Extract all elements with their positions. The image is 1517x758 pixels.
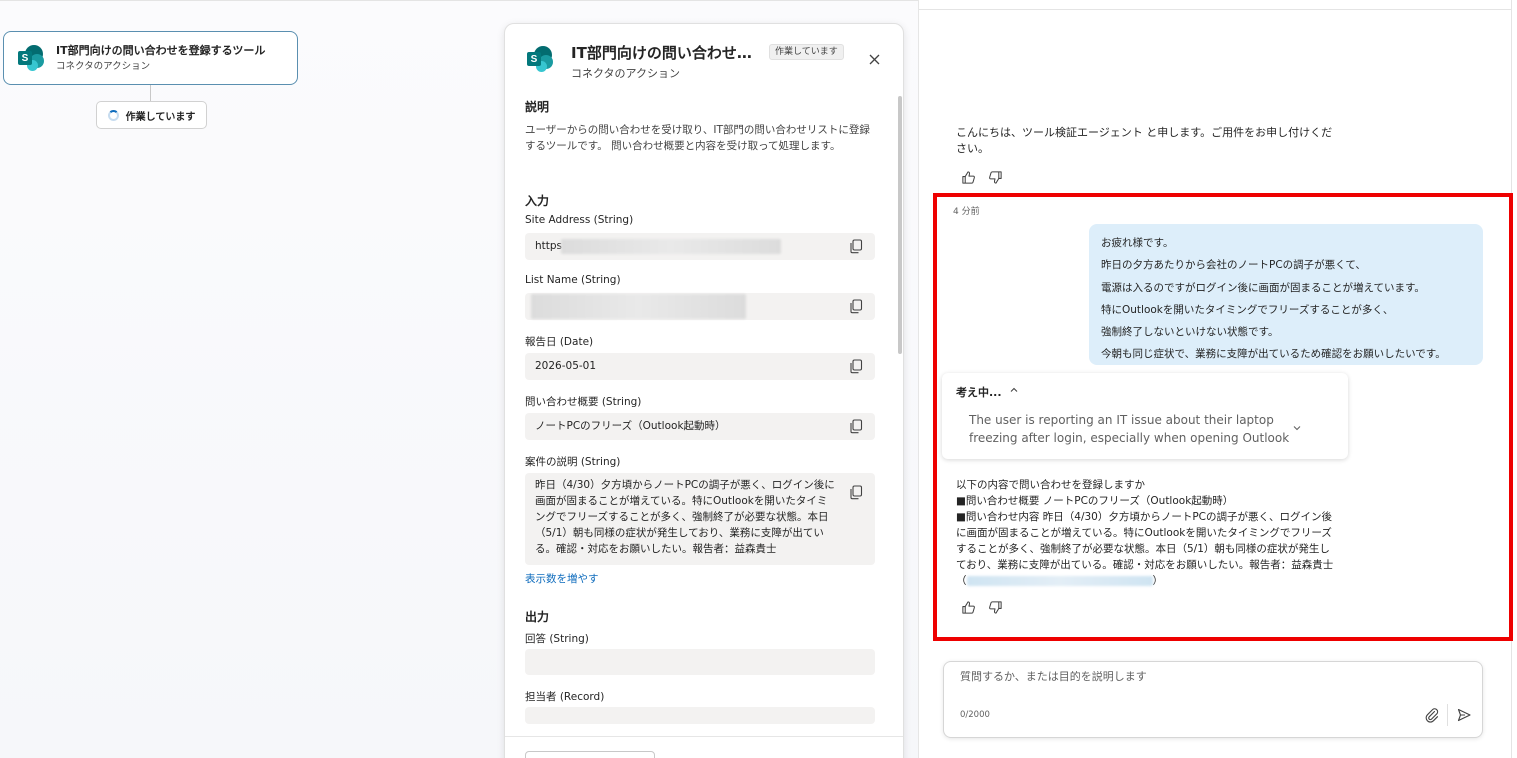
test-chat-pane: こんにちは、ツール検証エージェント と申します。ご用件をお申し付けください。 4… bbox=[918, 0, 1517, 758]
thinking-heading: 考え中... bbox=[956, 386, 1002, 399]
reply-line: ■問い合わせ概要 ノートPCのフリーズ（Outlook起動時） bbox=[956, 495, 1234, 507]
chevron-down-icon[interactable] bbox=[1292, 423, 1302, 433]
close-button[interactable] bbox=[865, 50, 883, 68]
attach-icon[interactable] bbox=[1424, 707, 1440, 723]
divider bbox=[1447, 704, 1448, 726]
copy-icon[interactable] bbox=[849, 359, 863, 374]
site-address-field: https: bbox=[525, 233, 875, 260]
status-label: 作業しています bbox=[125, 111, 196, 123]
user-message-line: 昨日の夕方あたりから会社のノートPCの調子が悪くて、 bbox=[1101, 259, 1366, 272]
thumbs-up-icon[interactable] bbox=[961, 170, 976, 185]
character-counter: 0/2000 bbox=[960, 710, 990, 720]
divider bbox=[919, 9, 1511, 10]
thumbs-down-icon[interactable] bbox=[988, 170, 1003, 185]
user-message-line: お疲れ様です。 bbox=[1101, 237, 1174, 249]
copy-icon[interactable] bbox=[849, 239, 863, 254]
description-heading: 説明 bbox=[525, 100, 550, 114]
redacted-email bbox=[966, 576, 1153, 586]
user-message-line: 特にOutlookを開いたタイミングでフリーズすることが多く、 bbox=[1101, 303, 1394, 316]
action-details-panel: S IT部門向けの問い合わせ… 作業しています コネクタのアクション 説明 ユー… bbox=[504, 23, 904, 758]
output-heading: 出力 bbox=[525, 610, 550, 624]
site-address-label: Site Address (String) bbox=[525, 214, 634, 226]
show-more-link[interactable]: 表示数を増やす bbox=[525, 571, 599, 586]
summary-label: 問い合わせ概要 (String) bbox=[525, 396, 642, 408]
assignee-field bbox=[525, 707, 875, 724]
summary-field: ノートPCのフリーズ（Outlook起動時） bbox=[525, 413, 875, 440]
report-date-label: 報告日 (Date) bbox=[525, 336, 594, 348]
panel-footer bbox=[505, 736, 903, 758]
panel-scrollbar[interactable] bbox=[898, 96, 902, 354]
action-node[interactable]: S IT部門向けの問い合わせを登録するツール コネクタのアクション bbox=[3, 31, 298, 85]
panel-header: S IT部門向けの問い合わせ… 作業しています コネクタのアクション bbox=[525, 42, 885, 82]
thinking-card[interactable]: 考え中... The user is reporting an IT issue… bbox=[942, 373, 1348, 459]
thinking-text: The user is reporting an IT issue about … bbox=[969, 413, 1290, 445]
copy-icon[interactable] bbox=[849, 485, 863, 500]
footer-button[interactable] bbox=[525, 751, 655, 758]
user-message-line: 強制終了しないといけない状態です。 bbox=[1101, 326, 1279, 339]
status-pill: 作業しています bbox=[96, 101, 207, 129]
action-node-title: IT部門向けの問い合わせを登録するツール bbox=[56, 43, 266, 57]
send-icon[interactable] bbox=[1456, 707, 1472, 723]
action-node-subtitle: コネクタのアクション bbox=[56, 60, 151, 72]
greeting-feedback bbox=[961, 170, 1003, 185]
chevron-up-icon[interactable] bbox=[1009, 385, 1019, 395]
copy-icon[interactable] bbox=[849, 299, 863, 314]
case-description-field: 昨日（4/30）夕方頃からノートPCの調子が悪く、ログイン後に画面が固まることが… bbox=[525, 473, 875, 565]
description-text: ユーザーからの問い合わせを受け取り、IT部門の問い合わせリストに登録するツールで… bbox=[525, 124, 870, 152]
status-badge: 作業しています bbox=[769, 44, 844, 60]
reply-line: 以下の内容で問い合わせを登録しますか bbox=[956, 479, 1145, 491]
list-name-label: List Name (String) bbox=[525, 274, 621, 286]
thumbs-up-icon[interactable] bbox=[961, 600, 976, 615]
answer-field bbox=[525, 649, 875, 675]
node-connector bbox=[150, 85, 151, 101]
summary-value: ノートPCのフリーズ（Outlook起動時） bbox=[535, 420, 726, 432]
case-description-value: 昨日（4/30）夕方頃からノートPCの調子が悪く、ログイン後に画面が固まることが… bbox=[535, 479, 835, 555]
assignee-label: 担当者 (Record) bbox=[525, 691, 605, 703]
user-message-line: 今朝も同じ症状で、業務に支障が出ているため確認をお願いしたいです。 bbox=[1101, 348, 1446, 361]
answer-label: 回答 (String) bbox=[525, 633, 589, 645]
list-name-field bbox=[525, 293, 875, 320]
panel-subtitle: コネクタのアクション bbox=[571, 67, 681, 80]
spinner-icon bbox=[107, 109, 119, 121]
report-date-value: 2026-05-01 bbox=[535, 360, 597, 372]
message-composer: 0/2000 bbox=[943, 661, 1483, 738]
copy-icon[interactable] bbox=[849, 419, 863, 434]
redacted-value bbox=[531, 294, 746, 319]
bot-reply-message: 以下の内容で問い合わせを登録しますか ■問い合わせ概要 ノートPCのフリーズ（O… bbox=[956, 477, 1334, 589]
reply-line: ） bbox=[1152, 575, 1164, 587]
case-description-label: 案件の説明 (String) bbox=[525, 456, 621, 468]
panel-title: IT部門向けの問い合わせ… bbox=[571, 44, 752, 62]
thumbs-down-icon[interactable] bbox=[988, 600, 1003, 615]
user-message-line: 電源は入るのですがログイン後に画面が固まることが増えています。 bbox=[1101, 281, 1425, 294]
input-heading: 入力 bbox=[525, 194, 550, 208]
message-input[interactable] bbox=[960, 671, 1400, 683]
message-timestamp: 4 分前 bbox=[953, 207, 980, 217]
bot-greeting-message: こんにちは、ツール検証エージェント と申します。ご用件をお申し付けください。 bbox=[956, 126, 1333, 155]
sharepoint-icon: S bbox=[527, 46, 553, 72]
redacted-value bbox=[561, 239, 781, 254]
reply-feedback bbox=[961, 600, 1003, 615]
report-date-field: 2026-05-01 bbox=[525, 353, 875, 380]
close-icon bbox=[869, 54, 879, 64]
user-message: お疲れ様です。 昨日の夕方あたりから会社のノートPCの調子が悪くて、 電源は入る… bbox=[1089, 224, 1483, 365]
sharepoint-icon: S bbox=[18, 45, 44, 71]
